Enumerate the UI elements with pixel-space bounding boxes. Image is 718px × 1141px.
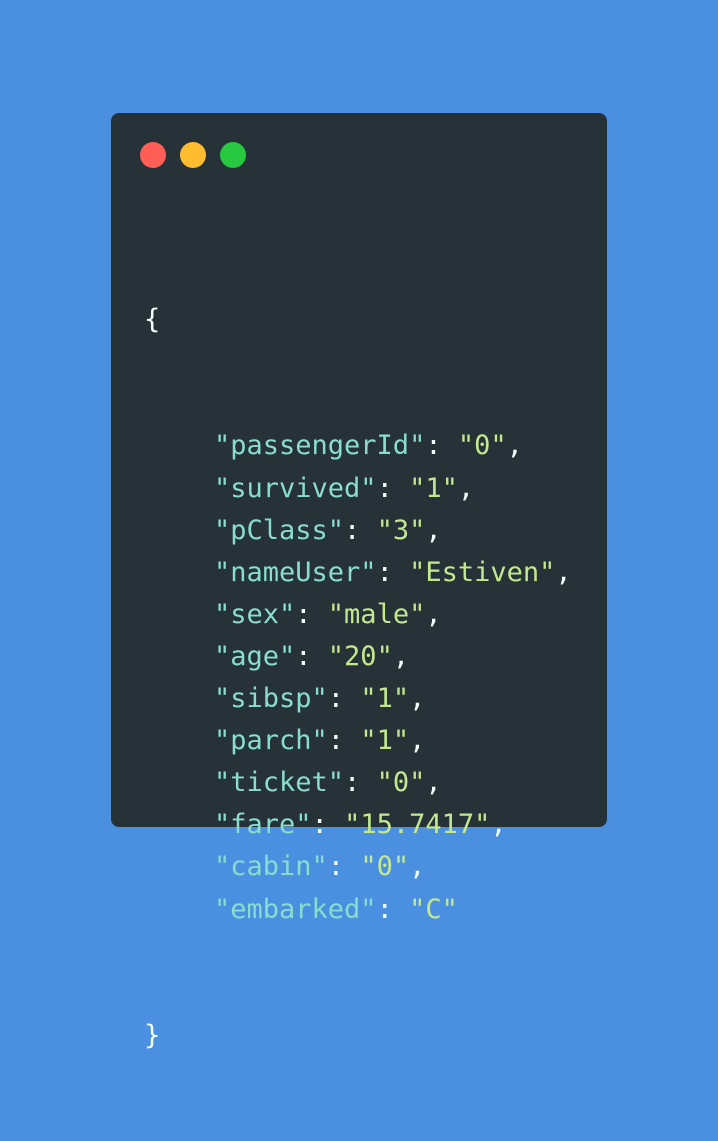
code-line: "fare": "15.7417", — [144, 804, 572, 846]
code-line: "sibsp": "1", — [144, 678, 572, 720]
minimize-dot-icon[interactable] — [180, 142, 206, 168]
code-line: "nameUser": "Estiven", — [144, 552, 572, 594]
json-key: "passengerId" — [214, 430, 426, 462]
json-key: "ticket" — [214, 767, 345, 799]
colon-separator: : — [376, 893, 410, 925]
json-key: "cabin" — [214, 851, 328, 883]
maximize-dot-icon[interactable] — [220, 142, 246, 168]
colon-separator: : — [327, 725, 361, 757]
json-value: "20" — [327, 640, 393, 672]
json-value: "1" — [360, 683, 410, 715]
comma-separator: , — [555, 556, 572, 588]
json-value: "15.7417" — [344, 809, 491, 841]
json-key: "parch" — [214, 725, 328, 757]
code-entries: "passengerId": "0", "survived": "1", "pCla… — [144, 425, 572, 930]
json-key: "age" — [214, 640, 296, 672]
json-key: "embarked" — [214, 893, 377, 925]
code-line-close: } — [144, 1015, 572, 1057]
code-line: "survived": "1", — [144, 468, 572, 510]
code-line: "pClass": "3", — [144, 510, 572, 552]
code-line: "sex": "male", — [144, 594, 572, 636]
colon-separator: : — [376, 472, 410, 504]
json-value: "C" — [409, 893, 458, 925]
comma-separator: , — [409, 851, 426, 883]
code-window: { "passengerId": "0", "survived": "1", "pC… — [111, 113, 607, 1051]
json-key: "sex" — [214, 598, 296, 630]
colon-separator: : — [376, 556, 410, 588]
colon-separator: : — [344, 514, 377, 546]
json-value: "Estiven" — [409, 556, 556, 588]
colon-separator: : — [344, 767, 377, 799]
code-line: "ticket": "0", — [144, 762, 572, 804]
comma-separator: , — [425, 598, 442, 630]
json-value: "0" — [360, 851, 410, 883]
json-value: "male" — [327, 598, 426, 630]
comma-separator: , — [506, 430, 523, 462]
comma-separator: , — [490, 809, 507, 841]
comma-separator: , — [457, 472, 475, 504]
comma-separator: , — [425, 767, 442, 799]
open-brace: { — [144, 304, 161, 336]
colon-separator: : — [327, 683, 361, 715]
json-key: "nameUser" — [214, 556, 377, 588]
colon-separator: : — [295, 598, 328, 630]
colon-separator: : — [295, 640, 328, 672]
colon-separator: : — [425, 430, 458, 462]
code-line: "age": "20", — [144, 636, 572, 678]
close-dot-icon[interactable] — [140, 142, 166, 168]
code-line-open: { — [144, 299, 572, 341]
json-key: "sibsp" — [214, 683, 328, 715]
json-key: "pClass" — [214, 514, 345, 546]
code-block: { "passengerId": "0", "survived": "1", "pC… — [144, 215, 572, 1141]
colon-separator: : — [327, 851, 361, 883]
code-line: "parch": "1", — [144, 720, 572, 762]
close-brace: } — [144, 1019, 161, 1051]
code-line: "passengerId": "0", — [144, 425, 572, 467]
json-key: "fare" — [214, 809, 312, 841]
json-value: "3" — [376, 514, 426, 546]
json-value: "0" — [457, 430, 507, 462]
comma-separator: , — [409, 725, 426, 757]
code-line: "embarked": "C" — [144, 889, 572, 931]
code-line: "cabin": "0", — [144, 846, 572, 888]
comma-separator: , — [392, 640, 410, 672]
page: { "colors": { "background": "#4a8fe0", "… — [0, 0, 718, 1051]
json-value: "1" — [409, 472, 458, 504]
colon-separator: : — [311, 809, 345, 841]
comma-separator: , — [425, 514, 442, 546]
json-key: "survived" — [214, 472, 377, 504]
json-value: "0" — [376, 767, 426, 799]
comma-separator: , — [409, 683, 426, 715]
json-value: "1" — [360, 725, 410, 757]
